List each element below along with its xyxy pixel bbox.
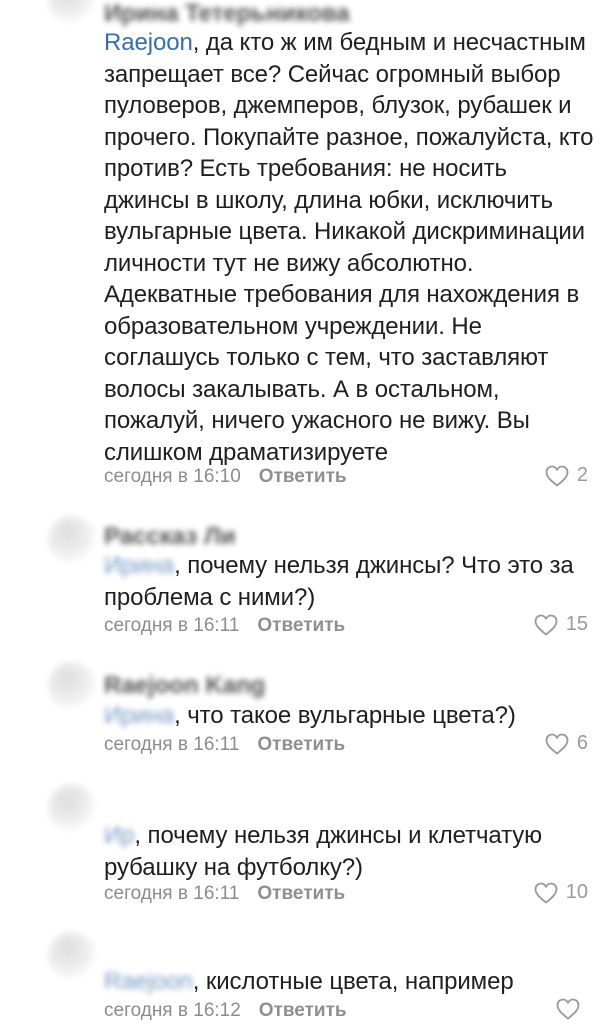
comment-time: сегодня в 16:12 — [104, 1000, 241, 1021]
reply-button[interactable]: Ответить — [257, 615, 345, 636]
comment-author[interactable]: Raejoon Kang — [104, 672, 265, 700]
comment-body: , почему нельзя джинсы? Что это за пробл… — [104, 552, 574, 611]
avatar[interactable] — [48, 516, 96, 564]
like-count: 15 — [565, 613, 588, 635]
avatar[interactable] — [48, 662, 96, 710]
comment-time: сегодня в 16:11 — [104, 734, 240, 755]
comment-body: , почему нельзя джинсы и клетчатую рубаш… — [104, 822, 543, 881]
reply-button[interactable]: Ответить — [257, 883, 345, 904]
heart-outline-icon — [545, 465, 569, 487]
heart-outline-icon — [545, 733, 569, 755]
mention-link[interactable]: Ирина — [104, 702, 174, 729]
comment-text: Raejoon, кислотные цвета, например — [104, 966, 594, 998]
comment-text: Raejoon, да кто ж им бедным и несчастным… — [104, 27, 594, 468]
avatar[interactable] — [48, 932, 96, 980]
comment-author[interactable]: Ирина Тетерьникова — [104, 0, 350, 28]
comment-body: , кислотные цвета, например — [192, 968, 514, 995]
comment-text: Ирина, почему нельзя джинсы? Что это за … — [104, 550, 594, 613]
comment-text: Ир, почему нельзя джинсы и клетчатую руб… — [104, 820, 594, 883]
comment-meta: сегодня в 16:10 Ответить — [104, 466, 347, 488]
mention-link[interactable]: Ир — [104, 822, 135, 849]
reply-button[interactable]: Ответить — [259, 466, 347, 487]
comment-meta: сегодня в 16:11 Ответить — [104, 615, 345, 637]
avatar[interactable] — [48, 0, 96, 24]
comment-author[interactable]: Рассказ Ли — [104, 523, 236, 551]
like-count: 10 — [565, 881, 588, 903]
avatar[interactable] — [48, 784, 96, 832]
mention-link[interactable]: Raejoon — [104, 29, 193, 56]
heart-outline-icon — [556, 998, 580, 1020]
comment-body: , да кто ж им бедным и несчастным запрещ… — [104, 29, 594, 466]
comment-time: сегодня в 16:11 — [104, 883, 240, 904]
comment-meta: сегодня в 16:12 Ответить — [104, 1000, 347, 1022]
comment-text: Ирина, что такое вульгарные цвета?) — [104, 700, 594, 732]
comment-body: , что такое вульгарные цвета?) — [174, 702, 516, 729]
like-count: 2 — [576, 464, 588, 486]
heart-outline-icon — [534, 882, 558, 904]
mention-link[interactable]: Ирина — [104, 552, 174, 579]
like-count: 6 — [576, 732, 588, 754]
like-button[interactable]: 10 — [534, 881, 588, 904]
like-button[interactable] — [556, 998, 588, 1020]
heart-outline-icon — [534, 614, 558, 636]
comment-meta: сегодня в 16:11 Ответить — [104, 734, 345, 756]
like-button[interactable]: 15 — [534, 613, 588, 636]
comment-time: сегодня в 16:10 — [104, 466, 241, 487]
reply-button[interactable]: Ответить — [257, 734, 345, 755]
like-button[interactable]: 2 — [545, 464, 588, 487]
comment-meta: сегодня в 16:11 Ответить — [104, 883, 345, 905]
like-button[interactable]: 6 — [545, 732, 588, 755]
mention-link[interactable]: Raejoon — [104, 968, 193, 995]
reply-button[interactable]: Ответить — [259, 1000, 347, 1021]
comment-time: сегодня в 16:11 — [104, 615, 240, 636]
